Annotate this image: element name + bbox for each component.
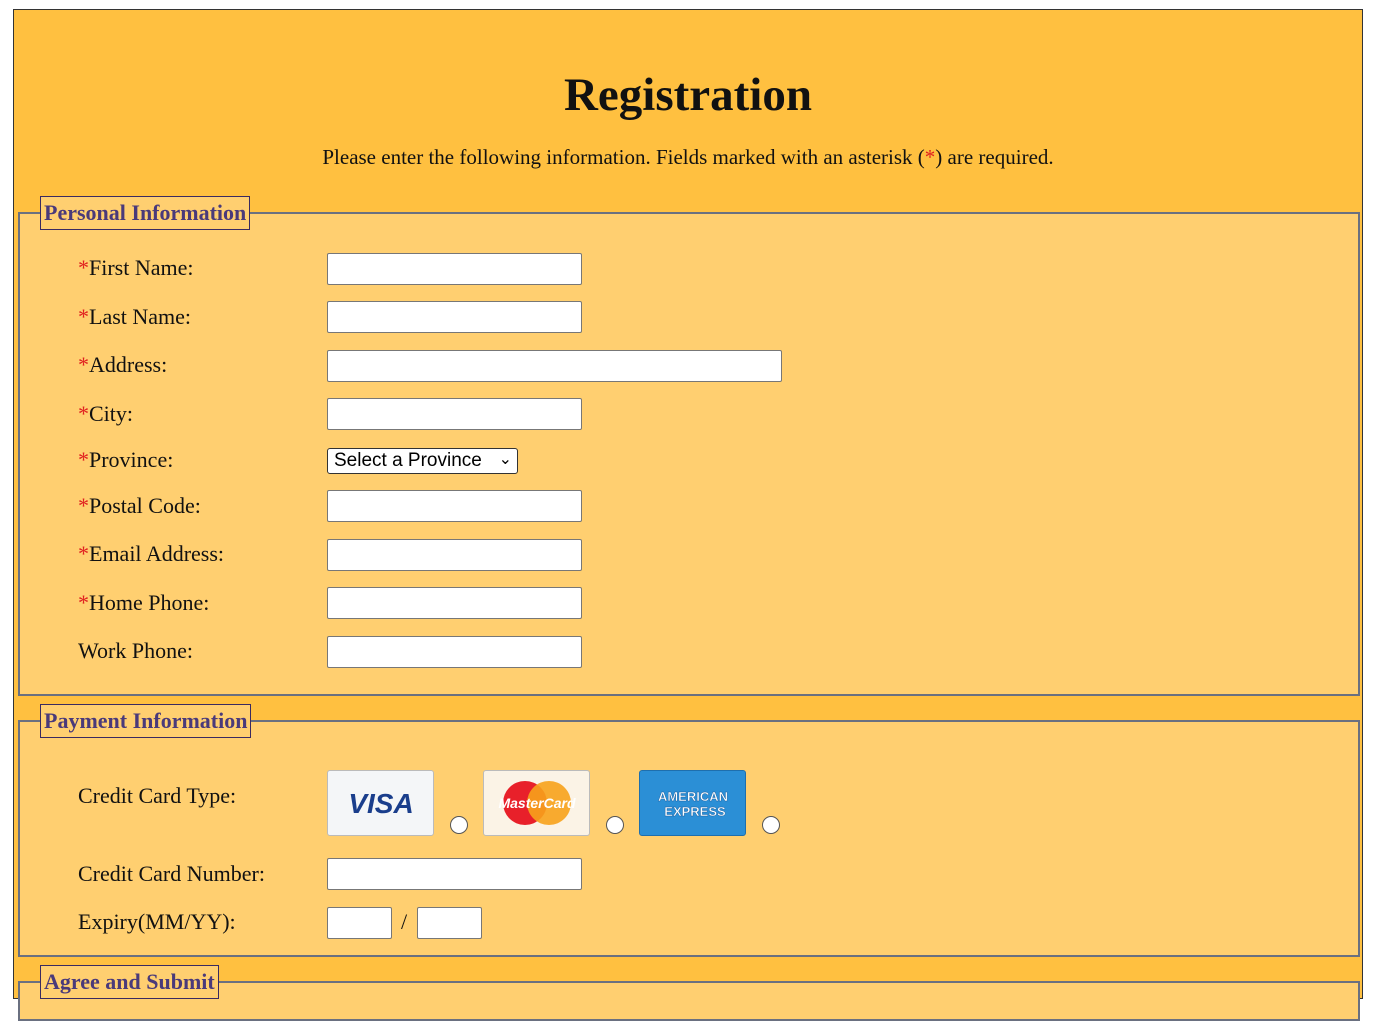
required-asterisk: * [924, 145, 936, 169]
card-number-label: Credit Card Number: [78, 861, 265, 886]
amex-logo: AMERICAN EXPRESS [657, 789, 727, 819]
work-phone-label: Work Phone: [78, 638, 193, 663]
city-label: *City: [78, 401, 134, 426]
chevron-down-icon: ⌄ [498, 451, 512, 468]
expiry-year-input[interactable] [417, 907, 482, 939]
svg-text:MasterCard: MasterCard [498, 795, 575, 811]
first-name-label: *First Name: [78, 255, 194, 280]
svg-text:VISA: VISA [348, 788, 413, 819]
email-label: *Email Address: [78, 541, 225, 566]
expiry-month-input[interactable] [327, 907, 392, 939]
address-input[interactable] [327, 350, 782, 382]
payment-info-legend: Payment Information [40, 704, 252, 738]
personal-info-section: Personal Information *First Name: *Last … [18, 196, 1360, 696]
postal-code-input[interactable] [327, 490, 582, 522]
address-label: *Address: [78, 352, 168, 377]
visa-logo: VISA [348, 788, 413, 819]
visa-card-icon: VISA [327, 770, 434, 836]
agree-submit-legend: Agree and Submit [40, 965, 219, 999]
email-input[interactable] [327, 539, 582, 571]
expiry-label: Expiry(MM/YY): [78, 909, 236, 934]
payment-info-section: Payment Information Credit Card Type: VI… [18, 704, 1360, 957]
expiry-separator: / [401, 909, 408, 934]
last-name-input[interactable] [327, 301, 582, 333]
city-input[interactable] [327, 398, 582, 430]
first-name-input[interactable] [327, 253, 582, 285]
work-phone-input[interactable] [327, 636, 582, 668]
home-phone-label: *Home Phone: [78, 590, 210, 615]
page-title: Registration [563, 69, 812, 121]
postal-code-label: *Postal Code: [78, 493, 201, 518]
mastercard-radio[interactable] [606, 816, 624, 834]
svg-text:AMERICAN: AMERICAN [657, 789, 727, 804]
personal-info-legend: Personal Information [40, 196, 251, 230]
last-name-label: *Last Name: [78, 304, 192, 329]
province-label: *Province: [78, 447, 174, 472]
province-select[interactable]: Select a Province ⌄ [327, 448, 518, 474]
registration-page: Registration Please enter the following … [13, 9, 1363, 1021]
amex-radio[interactable] [762, 816, 780, 834]
home-phone-input[interactable] [327, 587, 582, 619]
amex-card-icon: AMERICAN EXPRESS [639, 770, 746, 836]
mastercard-card-icon: MasterCard [483, 770, 590, 836]
card-type-label: Credit Card Type: [78, 783, 237, 808]
svg-text:EXPRESS: EXPRESS [664, 804, 726, 819]
agree-submit-section: Agree and Submit [18, 965, 1360, 1021]
visa-radio[interactable] [450, 816, 468, 834]
mastercard-logo: MasterCard [498, 781, 575, 825]
card-number-input[interactable] [327, 858, 582, 890]
intro-text: Please enter the following information. … [322, 145, 1054, 169]
